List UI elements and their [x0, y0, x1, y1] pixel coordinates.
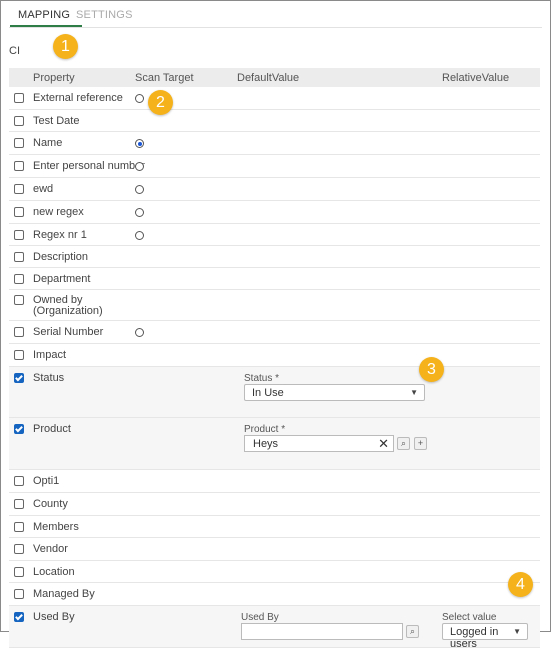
property-label: Members [33, 521, 79, 533]
scan-target-radio[interactable] [135, 162, 144, 171]
table-row: Department [9, 268, 540, 290]
property-label: ewd [33, 183, 54, 195]
table-row: Vendor [9, 538, 540, 561]
table-row: External reference [9, 87, 540, 110]
table-row: Name [9, 132, 540, 155]
property-label: Serial Number [33, 326, 104, 338]
column-header-scan-target: Scan Target [135, 72, 194, 84]
table-row: Regex nr 1 [9, 224, 540, 246]
property-label: Test Date [33, 115, 80, 127]
row-checkbox[interactable] [14, 161, 24, 171]
chevron-down-icon: ▼ [410, 388, 418, 397]
row-checkbox[interactable] [14, 230, 24, 240]
property-label-line2: (Organization) [33, 305, 103, 317]
close-icon[interactable]: ✕ [378, 436, 389, 452]
table-row: Enter personal number [9, 155, 540, 178]
table-row: Opti1 [9, 470, 540, 493]
property-label: Enter personal number [33, 160, 145, 172]
callout-badge-3: 3 [419, 357, 444, 382]
table-row: Managed By [9, 583, 540, 606]
row-checkbox[interactable] [14, 544, 24, 554]
scan-target-radio[interactable] [135, 185, 144, 194]
scan-target-radio[interactable] [135, 139, 144, 148]
status-field-label: Status * [244, 373, 280, 384]
table-header: Property Scan Target DefaultValue Relati… [9, 68, 540, 87]
column-header-default-value: DefaultValue [237, 72, 300, 84]
row-checkbox[interactable] [14, 612, 24, 622]
property-label: Regex nr 1 [33, 229, 87, 241]
row-checkbox[interactable] [14, 567, 24, 577]
scan-target-radio[interactable] [135, 94, 144, 103]
scan-target-radio[interactable] [135, 208, 144, 217]
property-label: Opti1 [33, 475, 60, 487]
property-label: Impact [33, 349, 67, 361]
property-label: Managed By [33, 588, 95, 600]
table-row: Impact [9, 344, 540, 367]
property-label: Status [33, 372, 65, 384]
used-by-field-label: Used By [241, 612, 279, 623]
table-row: Owned by (Organization) [9, 290, 540, 321]
tab-mapping[interactable]: MAPPING [9, 9, 83, 27]
table-row: new regex [9, 201, 540, 224]
row-checkbox[interactable] [14, 93, 24, 103]
table-row: Location [9, 561, 540, 583]
property-table: Property Scan Target DefaultValue Relati… [9, 68, 540, 650]
tab-bar: MAPPING SETTINGS [9, 1, 542, 28]
row-checkbox[interactable] [14, 274, 24, 284]
product-field-label: Product * [244, 424, 286, 435]
row-checkbox[interactable] [14, 589, 24, 599]
property-label: new regex [33, 206, 84, 218]
row-checkbox[interactable] [14, 424, 24, 434]
column-header-property: Property [33, 72, 75, 84]
product-input[interactable]: Heys ✕ [244, 435, 394, 452]
row-checkbox[interactable] [14, 295, 24, 305]
table-row: Status Status * In Use ▼ [9, 367, 540, 418]
property-label: Product [33, 423, 71, 435]
column-header-relative-value: RelativeValue [442, 72, 510, 84]
row-checkbox[interactable] [14, 476, 24, 486]
callout-badge-2: 2 [148, 90, 173, 115]
table-row: County [9, 493, 540, 516]
table-row: Test Date [9, 110, 540, 132]
property-label: Location [33, 566, 75, 578]
property-label: Department [33, 273, 91, 285]
section-title: CI [9, 45, 20, 57]
table-row: Product Product * Heys ✕ ⌕ + [9, 418, 540, 470]
row-checkbox[interactable] [14, 207, 24, 217]
row-checkbox[interactable] [14, 350, 24, 360]
property-label: External reference [33, 92, 123, 104]
row-checkbox[interactable] [14, 373, 24, 383]
search-icon[interactable]: ⌕ [397, 437, 410, 450]
table-row: ewd [9, 178, 540, 201]
property-label: Name [33, 137, 63, 149]
status-select[interactable]: In Use ▼ [244, 384, 425, 401]
row-checkbox[interactable] [14, 184, 24, 194]
row-checkbox[interactable] [14, 138, 24, 148]
status-select-value: In Use [252, 387, 284, 399]
property-label: County [33, 498, 68, 510]
table-row: Description [9, 246, 540, 268]
row-checkbox[interactable] [14, 327, 24, 337]
row-checkbox[interactable] [14, 522, 24, 532]
scan-target-radio[interactable] [135, 328, 144, 337]
table-row: Members [9, 516, 540, 538]
property-label: Used By [33, 611, 75, 623]
row-checkbox[interactable] [14, 499, 24, 509]
callout-badge-4: 4 [508, 572, 533, 597]
property-label: Vendor [33, 543, 68, 555]
add-icon[interactable]: + [414, 437, 427, 450]
callout-badge-1: 1 [53, 34, 78, 59]
property-label: Description [33, 251, 89, 263]
table-row: Used By Used By ⌕ Select value Logged in use… [9, 606, 540, 650]
table-row: Serial Number [9, 321, 540, 344]
tab-settings[interactable]: SETTINGS [76, 9, 133, 21]
scan-target-radio[interactable] [135, 231, 144, 240]
row-checkbox[interactable] [14, 252, 24, 262]
select-value-label: Select value [442, 612, 497, 623]
row-checkbox[interactable] [14, 116, 24, 126]
product-input-value: Heys [253, 438, 279, 450]
